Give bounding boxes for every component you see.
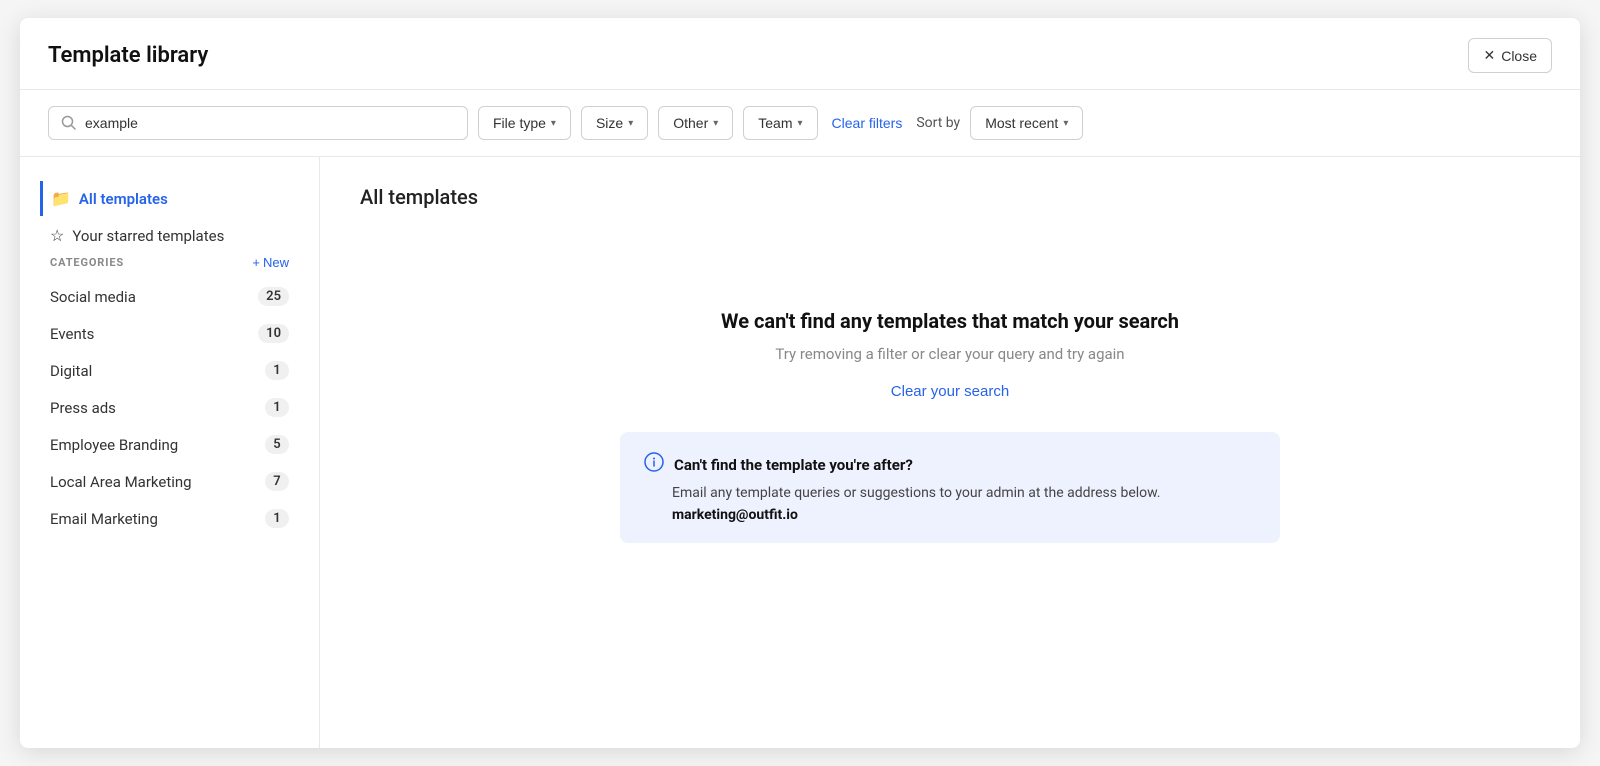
team-label: Team bbox=[758, 115, 792, 131]
category-count: 7 bbox=[265, 472, 289, 491]
sidebar-item-all-templates[interactable]: 📁 All templates bbox=[40, 181, 299, 216]
sort-button[interactable]: Most recent ▾ bbox=[970, 106, 1083, 140]
main-content: All templates We can't find any template… bbox=[320, 157, 1580, 748]
category-count: 10 bbox=[258, 324, 289, 343]
category-name: Digital bbox=[50, 362, 92, 380]
category-count: 1 bbox=[265, 509, 289, 528]
categories-header: CATEGORIES + New bbox=[40, 255, 299, 270]
close-label: Close bbox=[1501, 48, 1537, 64]
size-filter-button[interactable]: Size ▾ bbox=[581, 106, 648, 140]
modal-title: Template library bbox=[48, 43, 208, 68]
modal-header: Template library ✕ Close bbox=[20, 18, 1580, 90]
new-category-button[interactable]: + New bbox=[252, 255, 289, 270]
category-name: Social media bbox=[50, 288, 136, 306]
category-name: Local Area Marketing bbox=[50, 473, 192, 491]
info-box-header: Can't find the template you're after? bbox=[644, 452, 1256, 477]
info-icon bbox=[644, 452, 664, 477]
sidebar: 📁 All templates ☆ Your starred templates… bbox=[20, 157, 320, 748]
category-count: 1 bbox=[265, 361, 289, 380]
category-item[interactable]: Employee Branding 5 bbox=[40, 426, 299, 463]
info-box: Can't find the template you're after? Em… bbox=[620, 432, 1280, 543]
chevron-down-icon: ▾ bbox=[628, 118, 633, 129]
search-icon bbox=[61, 115, 77, 131]
sort-value: Most recent bbox=[985, 115, 1058, 131]
plus-icon: + bbox=[252, 255, 260, 270]
category-item[interactable]: Social media 25 bbox=[40, 278, 299, 315]
category-count: 5 bbox=[265, 435, 289, 454]
sort-by-label: Sort by bbox=[916, 115, 960, 131]
category-item[interactable]: Digital 1 bbox=[40, 352, 299, 389]
starred-templates-label: Your starred templates bbox=[72, 227, 224, 245]
close-icon: ✕ bbox=[1483, 47, 1495, 64]
modal-body: 📁 All templates ☆ Your starred templates… bbox=[20, 157, 1580, 748]
toolbar: File type ▾ Size ▾ Other ▾ Team ▾ Clear … bbox=[20, 90, 1580, 157]
empty-state: We can't find any templates that match y… bbox=[600, 249, 1300, 583]
category-name: Employee Branding bbox=[50, 436, 178, 454]
category-name: Email Marketing bbox=[50, 510, 158, 528]
category-count: 1 bbox=[265, 398, 289, 417]
info-box-body: Email any template queries or suggestion… bbox=[644, 485, 1256, 501]
close-button[interactable]: ✕ Close bbox=[1468, 38, 1552, 73]
categories-title: CATEGORIES bbox=[50, 256, 124, 269]
category-item[interactable]: Press ads 1 bbox=[40, 389, 299, 426]
chevron-down-icon: ▾ bbox=[798, 118, 803, 129]
size-label: Size bbox=[596, 115, 623, 131]
chevron-down-icon: ▾ bbox=[551, 118, 556, 129]
section-title: All templates bbox=[360, 185, 478, 209]
chevron-down-icon: ▾ bbox=[713, 118, 718, 129]
file-type-label: File type bbox=[493, 115, 546, 131]
file-type-filter-button[interactable]: File type ▾ bbox=[478, 106, 571, 140]
new-label: New bbox=[263, 255, 289, 270]
chevron-down-icon: ▾ bbox=[1063, 118, 1068, 129]
categories-list: Social media 25 Events 10 Digital 1 Press ads 1… bbox=[40, 278, 299, 537]
category-name: Press ads bbox=[50, 399, 116, 417]
other-filter-button[interactable]: Other ▾ bbox=[658, 106, 733, 140]
info-box-title: Can't find the template you're after? bbox=[674, 456, 913, 474]
search-input[interactable] bbox=[85, 115, 455, 131]
category-count: 25 bbox=[258, 287, 289, 306]
empty-subtitle: Try removing a filter or clear your quer… bbox=[775, 345, 1124, 363]
other-label: Other bbox=[673, 115, 708, 131]
folder-icon: 📁 bbox=[51, 189, 71, 208]
category-name: Events bbox=[50, 325, 94, 343]
all-templates-label: All templates bbox=[79, 190, 168, 208]
info-box-email: marketing@outfit.io bbox=[644, 507, 1256, 523]
category-item[interactable]: Email Marketing 1 bbox=[40, 500, 299, 537]
category-item[interactable]: Events 10 bbox=[40, 315, 299, 352]
clear-search-button[interactable]: Clear your search bbox=[891, 383, 1009, 400]
search-wrapper bbox=[48, 106, 468, 140]
template-library-modal: Template library ✕ Close File type ▾ Siz… bbox=[20, 18, 1580, 748]
team-filter-button[interactable]: Team ▾ bbox=[743, 106, 817, 140]
sidebar-item-starred[interactable]: ☆ Your starred templates bbox=[40, 218, 299, 253]
star-icon: ☆ bbox=[50, 226, 64, 245]
category-item[interactable]: Local Area Marketing 7 bbox=[40, 463, 299, 500]
clear-filters-button[interactable]: Clear filters bbox=[828, 107, 907, 139]
empty-title: We can't find any templates that match y… bbox=[721, 309, 1179, 333]
